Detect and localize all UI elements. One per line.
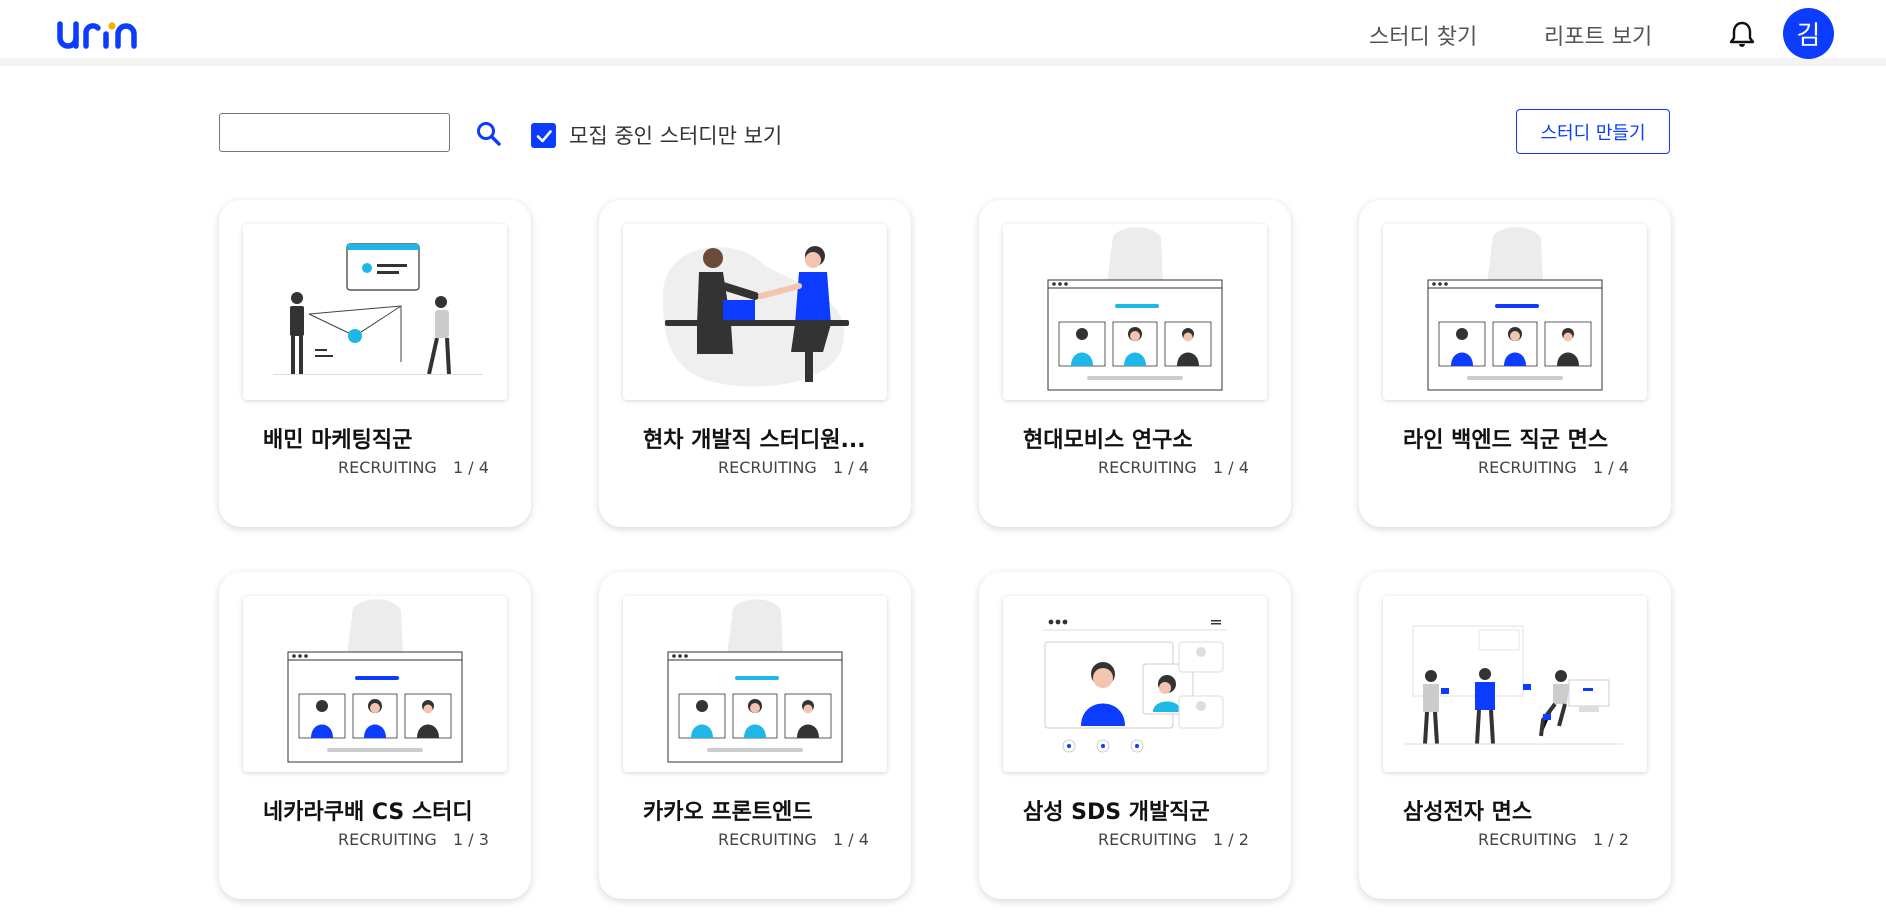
study-card-title: 현차 개발직 스터디원... — [643, 428, 866, 453]
top-header: 스터디 찾기 리포트 보기 김 — [0, 0, 1886, 66]
study-card-member-count: 1 / 4 — [1213, 458, 1249, 477]
study-card-title: 배민 마케팅직군 — [263, 428, 413, 453]
study-card-title: 라인 백엔드 직군 면스 — [1403, 428, 1609, 453]
create-study-button[interactable]: 스터디 만들기 — [1516, 109, 1670, 154]
study-card-image — [1003, 224, 1267, 400]
study-card-title: 네카라쿠배 CS 스터디 — [263, 800, 473, 825]
study-card-title: 삼성 SDS 개발직군 — [1023, 800, 1210, 825]
study-card-member-count: 1 / 4 — [833, 458, 869, 477]
study-card-title: 현대모비스 연구소 — [1023, 428, 1193, 453]
presentation-illustration — [273, 243, 483, 375]
video-call-illustration — [1047, 227, 1223, 391]
study-card[interactable]: 삼성 SDS 개발직군 RECRUITING 1 / 2 — [979, 572, 1291, 899]
video-call-illustration — [667, 599, 843, 763]
study-card[interactable]: 네카라쿠배 CS 스터디 RECRUITING 1 / 3 — [219, 572, 531, 899]
handshake-illustration — [663, 246, 849, 387]
study-card-image — [1383, 224, 1647, 400]
search-icon[interactable] — [476, 121, 502, 147]
study-card-status: RECRUITING — [338, 830, 437, 849]
bell-icon[interactable] — [1729, 20, 1755, 48]
study-card-status: RECRUITING — [1098, 830, 1197, 849]
study-card-member-count: 1 / 4 — [453, 458, 489, 477]
study-card-image — [623, 224, 887, 400]
study-card[interactable]: 삼성전자 면스 RECRUITING 1 / 2 — [1359, 572, 1671, 899]
video-call-illustration — [287, 599, 463, 763]
study-card-title: 카카오 프론트엔드 — [643, 800, 813, 825]
recruiting-only-checkbox[interactable] — [531, 123, 556, 148]
nav-find-study[interactable]: 스터디 찾기 — [1369, 19, 1477, 51]
urn-logo[interactable] — [56, 14, 140, 54]
study-card[interactable]: 라인 백엔드 직군 면스 RECRUITING 1 / 4 — [1359, 200, 1671, 527]
study-card[interactable]: 현대모비스 연구소 RECRUITING 1 / 4 — [979, 200, 1291, 527]
study-card-status: RECRUITING — [1478, 458, 1577, 477]
study-card-member-count: 1 / 4 — [833, 830, 869, 849]
study-card-member-count: 1 / 4 — [1593, 458, 1629, 477]
video-call-illustration — [1427, 227, 1603, 391]
study-card-member-count: 1 / 2 — [1213, 830, 1249, 849]
recruiting-only-label[interactable]: 모집 중인 스터디만 보기 — [569, 120, 782, 150]
study-card-status: RECRUITING — [718, 830, 817, 849]
study-card-image — [243, 596, 507, 772]
study-card-status: RECRUITING — [718, 458, 817, 477]
study-card-status: RECRUITING — [338, 458, 437, 477]
study-card[interactable]: 카카오 프론트엔드 RECRUITING 1 / 4 — [599, 572, 911, 899]
study-card-image — [623, 596, 887, 772]
study-card-image — [243, 224, 507, 400]
team-meeting-illustration — [1405, 625, 1623, 745]
search-input[interactable] — [219, 113, 450, 152]
study-card-image — [1003, 596, 1267, 772]
study-card-member-count: 1 / 3 — [453, 830, 489, 849]
study-card-member-count: 1 / 2 — [1593, 830, 1629, 849]
user-avatar[interactable]: 김 — [1783, 8, 1834, 59]
study-card-status: RECRUITING — [1098, 458, 1197, 477]
study-card[interactable]: 현차 개발직 스터디원... RECRUITING 1 / 4 — [599, 200, 911, 527]
study-card[interactable]: 배민 마케팅직군 RECRUITING 1 / 4 — [219, 200, 531, 527]
nav-view-report[interactable]: 리포트 보기 — [1544, 19, 1652, 51]
video-conference-illustration — [1043, 619, 1227, 753]
study-card-title: 삼성전자 면스 — [1403, 800, 1533, 825]
study-card-image — [1383, 596, 1647, 772]
study-card-status: RECRUITING — [1478, 830, 1577, 849]
check-icon — [536, 129, 552, 142]
